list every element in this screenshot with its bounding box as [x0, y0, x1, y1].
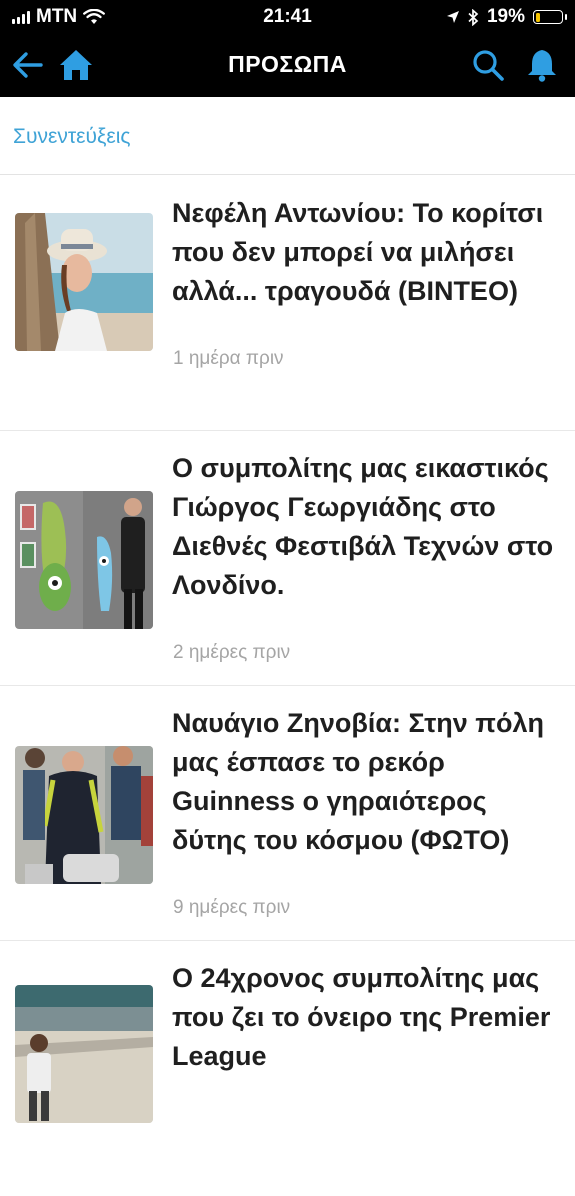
notifications-button[interactable]	[524, 47, 560, 83]
article-thumbnail[interactable]	[15, 213, 153, 351]
article-item[interactable]: Νεφέλη Αντωνίου: Το κορίτσι που δεν μπορ…	[0, 176, 575, 431]
bell-icon	[528, 50, 556, 82]
article-item[interactable]: Ο 24χρονος συμπολίτης μας που ζει το όνε…	[0, 941, 575, 1196]
article-headline[interactable]: Ναυάγιο Ζηνοβία: Στην πόλη μας έσπασε το…	[172, 704, 567, 860]
status-right: 19%	[446, 6, 567, 28]
article-time: 1 ημέρα πριν	[173, 348, 284, 369]
article-thumbnail[interactable]	[15, 746, 153, 884]
article-time: 9 ημέρες πριν	[173, 897, 291, 918]
category-header: Συνεντεύξεις	[0, 97, 575, 175]
article-item[interactable]: Ναυάγιο Ζηνοβία: Στην πόλη μας έσπασε το…	[0, 686, 575, 941]
category-label[interactable]: Συνεντεύξεις	[13, 125, 131, 149]
article-headline[interactable]: Ο συμπολίτης μας εικαστικός Γιώργος Γεωρ…	[172, 449, 567, 605]
status-bar: MTN 21:41 19%	[0, 0, 575, 33]
article-time: 2 ημέρες πριν	[173, 642, 291, 663]
diver-image	[15, 746, 153, 884]
article-thumbnail[interactable]	[15, 985, 153, 1123]
article-feed: Νεφέλη Αντωνίου: Το κορίτσι που δεν μπορ…	[0, 176, 575, 1196]
bluetooth-icon	[468, 8, 479, 26]
article-headline[interactable]: Ο 24χρονος συμπολίτης μας που ζει το όνε…	[172, 959, 567, 1076]
battery-fill	[535, 12, 541, 22]
article-thumbnail[interactable]	[15, 491, 153, 629]
portrait-image	[15, 213, 153, 351]
battery-icon	[533, 10, 567, 24]
battery-percent: 19%	[486, 6, 525, 27]
search-icon	[473, 50, 504, 81]
location-arrow-icon	[446, 11, 459, 23]
search-button[interactable]	[470, 47, 506, 83]
gallery-image	[15, 491, 153, 629]
article-item[interactable]: Ο συμπολίτης μας εικαστικός Γιώργος Γεωρ…	[0, 431, 575, 686]
nav-bar: ΠΡΟΣΩΠΑ	[0, 33, 575, 97]
article-headline[interactable]: Νεφέλη Αντωνίου: Το κορίτσι που δεν μπορ…	[172, 194, 567, 311]
stadium-image	[15, 985, 153, 1123]
